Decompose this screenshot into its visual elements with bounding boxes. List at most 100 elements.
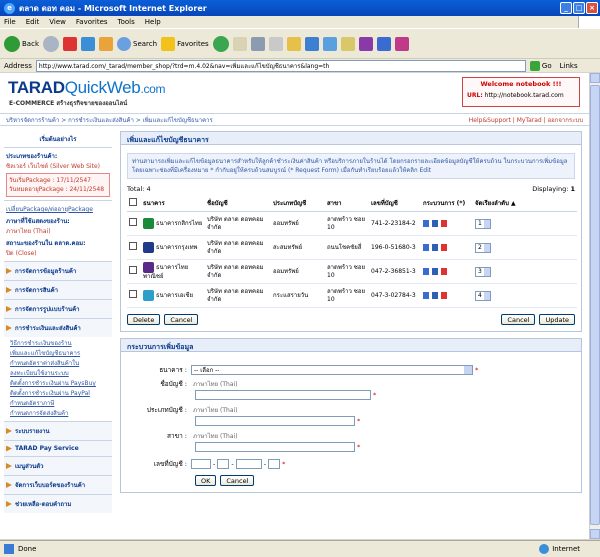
vertical-scrollbar[interactable] <box>589 73 600 539</box>
address-input[interactable]: http://www.tarad.com/_tarad/member_shop/… <box>35 59 526 72</box>
submenu-paypal[interactable]: ติดตั้งการชำระเงินผ่าน PayPal <box>4 389 112 399</box>
help-link[interactable]: Help&Support <box>469 117 511 124</box>
order-select[interactable]: 3 <box>475 266 491 277</box>
bank-logo-icon <box>143 290 154 301</box>
breadcrumb[interactable]: บริหารจัดการร้านค้า > การชำระเงินและส่งส… <box>6 115 213 125</box>
messenger-icon[interactable] <box>304 36 319 51</box>
order-select[interactable]: 1 <box>475 218 491 229</box>
close-button[interactable]: × <box>586 2 598 14</box>
menu-products[interactable]: การจัดการสินค้า <box>4 280 112 299</box>
folder-icon[interactable] <box>286 36 301 51</box>
trash-icon[interactable] <box>441 243 447 251</box>
menu-payment[interactable]: การชำระเงินและส่งสินค้า <box>4 318 112 337</box>
row-checkbox[interactable] <box>129 242 137 250</box>
bank-select[interactable]: -- เลือก -- <box>191 365 473 375</box>
trash-icon[interactable] <box>441 267 447 275</box>
col-order[interactable]: จัดเรียงลำดับ ▲ <box>473 195 577 212</box>
favorites-button[interactable]: Favorites <box>161 36 209 51</box>
menu-favorites[interactable]: Favorites <box>76 18 108 26</box>
edit-icon[interactable] <box>423 291 429 299</box>
account-name-input[interactable] <box>195 390 371 400</box>
mytarad-link[interactable]: MyTarad <box>517 117 542 124</box>
row-checkbox[interactable] <box>129 266 137 274</box>
ok-button[interactable]: OK <box>195 475 217 486</box>
menu-edit[interactable]: Edit <box>26 18 40 26</box>
trash-icon[interactable] <box>441 219 447 227</box>
order-select[interactable]: 4 <box>475 290 491 301</box>
page-icon <box>4 544 14 554</box>
order-select[interactable]: 2 <box>475 242 491 253</box>
links-label[interactable]: Links <box>560 62 578 70</box>
scroll-up-button[interactable] <box>590 73 600 83</box>
branch-input[interactable] <box>195 442 355 452</box>
total-count: Total: 4 <box>127 185 151 193</box>
site-logo[interactable]: TARADQuickWeb.com <box>8 78 166 98</box>
trash-icon[interactable] <box>441 291 447 299</box>
minimize-button[interactable]: _ <box>560 2 572 14</box>
back-button[interactable]: Back <box>4 35 39 52</box>
col-account-name: ชื่อบัญชี <box>205 195 271 212</box>
info-icon[interactable] <box>432 243 438 251</box>
mail-icon[interactable] <box>232 36 247 51</box>
change-package-link[interactable]: เปลี่ยนPackage/ต่ออายุPackage <box>6 204 110 214</box>
logout-link[interactable]: ออกจากระบบ <box>548 117 583 124</box>
cancel-button[interactable]: Cancel <box>164 314 199 325</box>
go-button[interactable]: Go <box>529 60 552 71</box>
account-number-part1[interactable] <box>191 459 211 469</box>
edit-icon[interactable] <box>423 243 429 251</box>
edit-icon[interactable] <box>423 219 429 227</box>
row-checkbox[interactable] <box>129 218 137 226</box>
maximize-button[interactable]: □ <box>573 2 585 14</box>
info-icon[interactable] <box>432 267 438 275</box>
menu-webboard[interactable]: จัดการเว็บบอร์ดของร้านค้า <box>4 475 112 494</box>
extra-icon[interactable] <box>394 36 409 51</box>
search-button[interactable]: Search <box>117 36 157 51</box>
welcome-text: Welcome notebook !!! <box>480 80 562 88</box>
update-button[interactable]: Update <box>539 314 575 325</box>
menu-view[interactable]: View <box>49 18 66 26</box>
info-icon[interactable] <box>432 291 438 299</box>
form-cancel-button[interactable]: Cancel <box>220 475 255 486</box>
account-number-part4[interactable] <box>268 459 281 469</box>
account-type-input[interactable] <box>195 416 355 426</box>
select-all-checkbox[interactable] <box>129 198 137 206</box>
how-to-start[interactable]: เริ่มต้นอย่างไร <box>4 131 112 148</box>
scroll-thumb[interactable] <box>590 85 600 525</box>
menu-shop-design[interactable]: การจัดการรูปแบบร้านค้า <box>4 299 112 318</box>
research-icon[interactable] <box>322 36 337 51</box>
menu-file[interactable]: File <box>4 18 16 26</box>
submenu-register[interactable]: ลงทะเบียนใช้งานระบบ <box>4 369 112 379</box>
submenu-paysbuy[interactable]: ติดตั้งการชำระเงินผ่าน PaysBuy <box>4 379 112 389</box>
submenu-payment-methods[interactable]: วิธีการชำระเงินของร้าน <box>4 339 112 349</box>
refresh-icon[interactable] <box>81 36 95 51</box>
menu-reports[interactable]: ระบบรายงาน <box>4 421 112 440</box>
submenu-shipping-rates[interactable]: กำหนดอัตราค่าส่งสินค้าใน <box>4 359 112 369</box>
print-icon[interactable] <box>250 36 265 51</box>
stop-icon[interactable] <box>63 36 77 51</box>
edit-icon[interactable] <box>423 267 429 275</box>
addon-icon[interactable] <box>358 36 373 51</box>
delete-button[interactable]: Delete <box>127 314 161 325</box>
tools-icon[interactable] <box>376 36 391 51</box>
submenu-bank-accounts[interactable]: เพิ่มและแก้ไขบัญชีธนาคาร <box>4 349 112 359</box>
edit-icon[interactable] <box>268 36 283 51</box>
menu-help-faq[interactable]: ช่วยเหลือ-ตอบคำถาม <box>4 494 112 513</box>
menu-shop-info[interactable]: การจัดการข้อมูลร้านค้า <box>4 261 112 280</box>
url-value[interactable]: http://notebook.tarad.com <box>485 92 564 99</box>
submenu-tax[interactable]: กำหนดอัตราภาษี <box>4 399 112 409</box>
submenu-delivery[interactable]: กำหนดการจัดส่งสินค้า <box>4 409 112 419</box>
menu-tools[interactable]: Tools <box>118 18 135 26</box>
menu-help[interactable]: Help <box>145 18 161 26</box>
scroll-down-button[interactable] <box>590 529 600 539</box>
info-icon[interactable] <box>432 219 438 227</box>
home-icon[interactable] <box>99 36 113 51</box>
notes-icon[interactable] <box>340 36 355 51</box>
menu-pay-service[interactable]: TARAD Pay Service <box>4 440 112 456</box>
forward-button[interactable] <box>43 35 59 52</box>
history-icon[interactable] <box>212 35 229 52</box>
row-checkbox[interactable] <box>129 290 137 298</box>
account-number-part3[interactable] <box>235 459 262 469</box>
menu-personal[interactable]: เมนูส่วนตัว <box>4 456 112 475</box>
cancel-order-button[interactable]: Cancel <box>501 314 536 325</box>
account-number-part2[interactable] <box>217 459 230 469</box>
